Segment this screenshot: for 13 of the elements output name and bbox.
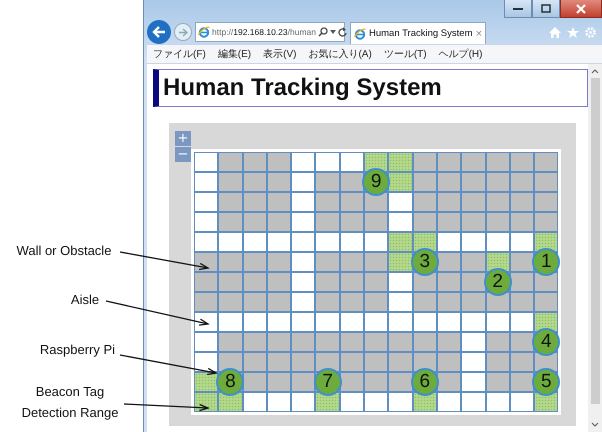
menu-item[interactable]: ツール(T) <box>384 47 427 61</box>
tab-close[interactable]: × <box>476 28 482 40</box>
callout-label: Wall or Obstacle <box>16 242 112 260</box>
menu-item[interactable]: お気に入り(A) <box>308 47 372 61</box>
address-field[interactable]: http://192.168.10.23/human <box>195 22 345 42</box>
callout-label: Beacon Tag Detection Range <box>20 383 120 422</box>
callout-label: Aisle <box>70 291 100 309</box>
callout-label: Raspberry Pi <box>38 341 116 359</box>
menu-item[interactable]: ファイル(F) <box>153 47 206 61</box>
menu-item[interactable]: ヘルプ(H) <box>438 47 482 61</box>
menu-item[interactable]: 編集(E) <box>218 47 252 61</box>
menu-item[interactable]: 表示(V) <box>263 47 296 61</box>
browser-tab[interactable]: Human Tracking System × <box>350 22 486 44</box>
